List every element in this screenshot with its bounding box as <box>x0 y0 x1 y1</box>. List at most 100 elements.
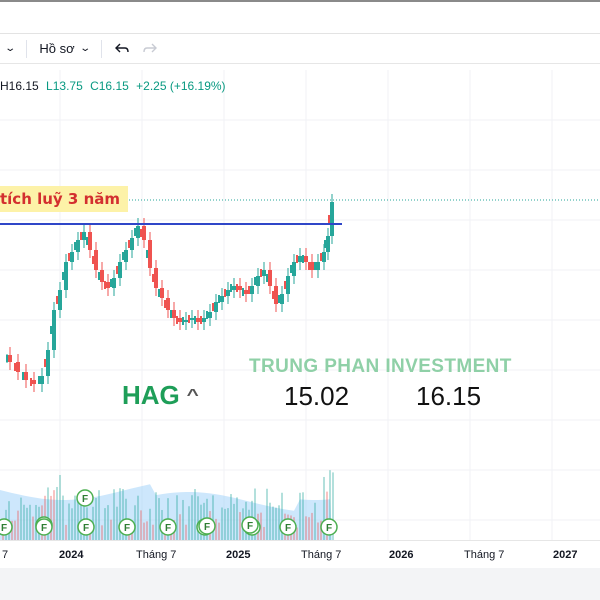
candle-body <box>80 232 82 240</box>
profile-dropdown[interactable]: Hồ sơ ⌄ <box>33 38 95 60</box>
candle-body <box>44 359 46 367</box>
volume-bar <box>308 517 310 540</box>
redo-button[interactable] <box>136 38 164 60</box>
candle-body <box>176 316 178 324</box>
ohlc-change: +2.25 (+16.19%) <box>136 79 226 93</box>
volume-bar <box>197 496 199 540</box>
candle-body <box>242 288 244 296</box>
candle-body <box>6 354 8 363</box>
candle-body <box>302 255 304 263</box>
candle-body <box>308 262 310 270</box>
candle-body <box>40 376 44 384</box>
watermark-text: TRUNG PHAN INVESTMENT <box>249 356 512 377</box>
candle-body <box>170 310 172 318</box>
candle-body <box>330 202 334 236</box>
timeframe-dropdown[interactable]: ⌄ <box>0 38 20 60</box>
profile-label: Hồ sơ <box>39 41 75 56</box>
time-axis[interactable]: 7 2024 Tháng 7 2025 Tháng 7 2026 Tháng 7… <box>0 540 600 568</box>
volume-bar <box>101 525 103 540</box>
volume-bar <box>29 504 31 540</box>
time-label: Tháng 7 <box>136 549 177 561</box>
candle-body <box>296 255 298 263</box>
candle-body <box>118 262 122 278</box>
candle-body <box>24 372 28 380</box>
candle-body <box>116 266 118 274</box>
candle-body <box>290 265 292 273</box>
candle-body <box>214 302 218 312</box>
ticker-label: HAG <box>122 380 180 410</box>
volume-bar <box>50 495 52 540</box>
volume-bar <box>269 502 271 540</box>
candle-body <box>256 276 260 286</box>
candle-body <box>104 281 106 289</box>
candle-body <box>38 376 40 384</box>
candle-body <box>322 252 326 262</box>
candle-body <box>324 240 326 248</box>
volume-bar <box>56 486 58 540</box>
price-chart[interactable]: FFFFFFFFFFFFF <box>0 66 600 540</box>
volume-bar <box>299 492 301 540</box>
earnings-marker-label: F <box>204 522 210 533</box>
candle-body <box>220 296 224 302</box>
candle-body <box>326 236 330 252</box>
candle-body <box>182 317 184 325</box>
candle-body <box>30 378 32 386</box>
volume-bar <box>302 492 304 540</box>
volume-bar <box>314 502 316 540</box>
annotation-label[interactable]: tích luỹ 3 năm <box>0 186 129 212</box>
candle-body <box>46 350 50 376</box>
candle-body <box>238 286 242 290</box>
candle-body <box>310 262 314 270</box>
candle-body <box>148 240 152 268</box>
earnings-marker-label: F <box>41 523 47 534</box>
volume-bar <box>155 492 157 540</box>
redo-icon <box>143 43 158 52</box>
candle-body <box>134 228 136 236</box>
candle-body <box>70 252 74 262</box>
volume-bar <box>215 518 217 540</box>
volume-bar <box>311 512 313 540</box>
candle-body <box>208 312 212 318</box>
volume-bar <box>221 507 223 540</box>
candle-body <box>124 250 128 262</box>
volume-bar <box>17 510 19 540</box>
volume-bar <box>137 495 139 540</box>
ohlc-legend: H16.15 L13.75 C16.15 +2.25 (+16.19%) <box>0 79 226 93</box>
candle-body <box>32 380 36 384</box>
earnings-marker-label: F <box>165 523 171 534</box>
window-bottom-bar <box>0 568 600 600</box>
volume-bar <box>194 489 196 540</box>
chevron-down-icon: ⌄ <box>4 43 17 54</box>
candle-body <box>212 303 214 311</box>
volume-bar <box>278 505 280 540</box>
candle-body <box>244 290 248 294</box>
candle-body <box>128 240 130 248</box>
volume-bar <box>272 506 274 540</box>
candle-body <box>278 295 280 303</box>
candle-body <box>232 286 236 290</box>
volume-bar <box>218 522 220 540</box>
candle-body <box>100 270 104 282</box>
earnings-marker-label: F <box>83 523 89 534</box>
candle-body <box>226 290 230 296</box>
time-label: 7 <box>2 549 9 561</box>
candle-body <box>202 318 206 322</box>
volume-bar <box>71 508 73 540</box>
candle-body <box>130 238 134 250</box>
volume-bar <box>212 495 214 540</box>
undo-icon <box>115 43 129 52</box>
undo-button[interactable] <box>108 38 136 60</box>
candle-body <box>112 278 116 288</box>
time-label: Tháng 7 <box>464 549 505 561</box>
volume-bar <box>239 512 241 540</box>
volume-bar <box>176 495 178 540</box>
candle-body <box>298 256 302 262</box>
candle-body <box>328 215 330 223</box>
candle-body <box>16 362 20 372</box>
ohlc-high: H16.15 <box>0 79 39 93</box>
candle-body <box>286 276 290 294</box>
candle-body <box>110 279 112 287</box>
candle-body <box>8 355 12 362</box>
candle-body <box>166 298 170 310</box>
volume-bar <box>182 499 184 540</box>
